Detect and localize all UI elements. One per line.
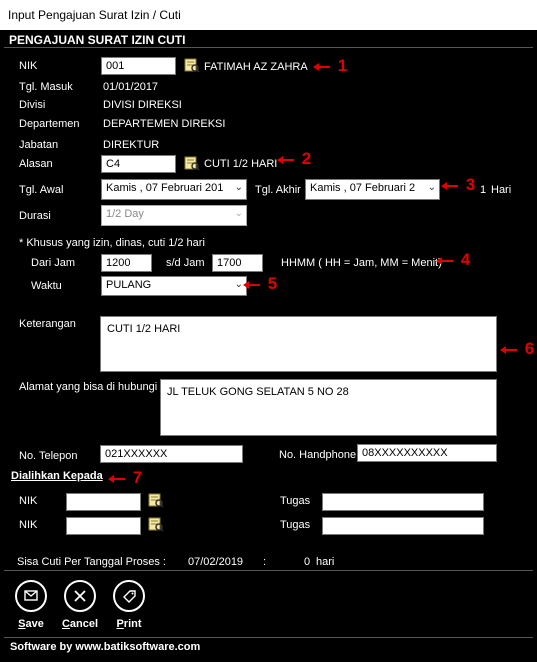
sisa-cuti-label: Sisa Cuti Per Tanggal Proses : [17,556,166,568]
envelope-icon [15,580,47,612]
chevron-down-icon[interactable]: ⌄ [428,182,436,193]
alasan-input[interactable]: C4 [101,155,176,173]
tgl-akhir-datepicker[interactable]: Kamis , 07 Februari 2 ⌄ [305,179,440,200]
jumlah-hari-value: 1 [480,184,487,196]
annotation-3: 3 [441,175,475,195]
tgl-awal-label: Tgl. Awal [19,184,64,196]
dialihkan-nik-input[interactable] [66,493,141,511]
alasan-description: CUTI 1/2 HARI [204,158,278,170]
tgl-akhir-label: Tgl. Akhir [255,184,301,196]
annotation-7: 7 [108,468,142,488]
nik-lookup-icon[interactable] [184,57,200,73]
dari-jam-input[interactable]: 1200 [101,254,152,272]
durasi-label: Durasi [19,210,51,222]
sisa-cuti-date: 07/02/2019 [188,556,244,568]
annotation-1: 1 [313,56,347,76]
waktu-value: PULANG [106,279,152,291]
keterangan-label: Keterangan [19,318,76,330]
alasan-label: Alasan [19,158,53,170]
tag-icon [113,580,145,612]
jabatan-value: DIREKTUR [103,139,160,151]
dialihkan-tugas-label-2: Tugas [280,519,311,531]
annotation-5: 5 [243,274,277,294]
save-button[interactable]: Save [9,580,53,630]
chevron-down-icon[interactable]: ⌄ [235,182,243,193]
chevron-down-icon[interactable]: ⌄ [235,208,243,219]
dari-jam-label: Dari Jam [31,257,76,269]
durasi-value: 1/2 Day [106,208,144,220]
dialihkan-nik-label-2: NIK [19,519,38,531]
departemen-value: DEPARTEMEN DIREKSI [103,118,226,130]
footer-credit: Software by www.batiksoftware.com [10,641,201,653]
handphone-label: No. Handphone [279,449,357,461]
dialihkan-title: Dialihkan Kepada [11,470,103,482]
dialihkan-nik-lookup-icon-2[interactable] [148,516,164,532]
window-title: Input Pengajuan Surat Izin / Cuti [8,8,181,22]
telepon-label: No. Telepon [19,450,78,462]
sisa-cuti-count: 0 [304,556,311,568]
waktu-select[interactable]: PULANG ⌄ [101,276,247,296]
hari-label: Hari [491,184,512,196]
divisi-label: Divisi [19,99,46,111]
handphone-input[interactable]: 08XXXXXXXXXX [357,444,497,462]
alamat-textarea[interactable]: JL TELUK GONG SELATAN 5 NO 28 [160,379,497,436]
print-button[interactable]: Print [107,580,151,630]
header-divider [4,47,533,48]
alamat-label: Alamat yang bisa di hubungi [19,381,158,393]
tgl-masuk-label: Tgl. Masuk [19,81,73,93]
dialihkan-tugas-label: Tugas [280,495,311,507]
special-note: * Khusus yang izin, dinas, cuti 1/2 hari [19,237,205,249]
sd-jam-input[interactable]: 1700 [212,254,263,272]
tgl-awal-datepicker[interactable]: Kamis , 07 Februari 201 ⌄ [101,179,247,200]
close-icon [64,580,96,612]
waktu-label: Waktu [31,280,62,292]
telepon-input[interactable]: 021XXXXXX [100,445,243,463]
divisi-value: DIVISI DIREKSI [103,99,182,111]
annotation-6: 6 [500,339,534,359]
alasan-lookup-icon[interactable] [184,155,200,171]
departemen-label: Departemen [19,118,80,130]
nik-label: NIK [19,60,38,72]
sd-jam-label: s/d Jam [166,257,205,269]
jabatan-label: Jabatan [19,139,59,151]
dialihkan-nik-input-2[interactable] [66,517,141,535]
tgl-masuk-value: 01/01/2017 [103,81,159,93]
dialihkan-tugas-input-2[interactable] [322,517,484,535]
cancel-button[interactable]: Cancel [58,580,102,630]
application-window: Input Pengajuan Surat Izin / Cuti PENGAJ… [0,0,537,662]
form-header: PENGAJUAN SURAT IZIN CUTI [9,33,186,47]
sisa-cuti-separator: : [263,556,267,568]
hhmm-note: HHMM ( HH = Jam, MM = Menit) [281,257,442,269]
tgl-awal-value: Kamis , 07 Februari 201 [106,182,224,194]
dialihkan-nik-label: NIK [19,495,38,507]
keterangan-textarea[interactable]: CUTI 1/2 HARI [100,316,497,372]
dialihkan-tugas-input[interactable] [322,493,484,511]
durasi-select[interactable]: 1/2 Day ⌄ [101,205,247,226]
chevron-down-icon[interactable]: ⌄ [235,279,243,290]
dialihkan-nik-lookup-icon[interactable] [148,492,164,508]
sisa-cuti-unit: hari [316,556,335,568]
title-bar: Input Pengajuan Surat Izin / Cuti [0,0,537,30]
nik-input[interactable]: 001 [101,57,176,75]
tgl-akhir-value: Kamis , 07 Februari 2 [310,182,416,194]
annotation-4: 4 [436,250,470,270]
annotation-2: 2 [277,149,311,169]
employee-name: FATIMAH AZ ZAHRA [204,61,308,73]
